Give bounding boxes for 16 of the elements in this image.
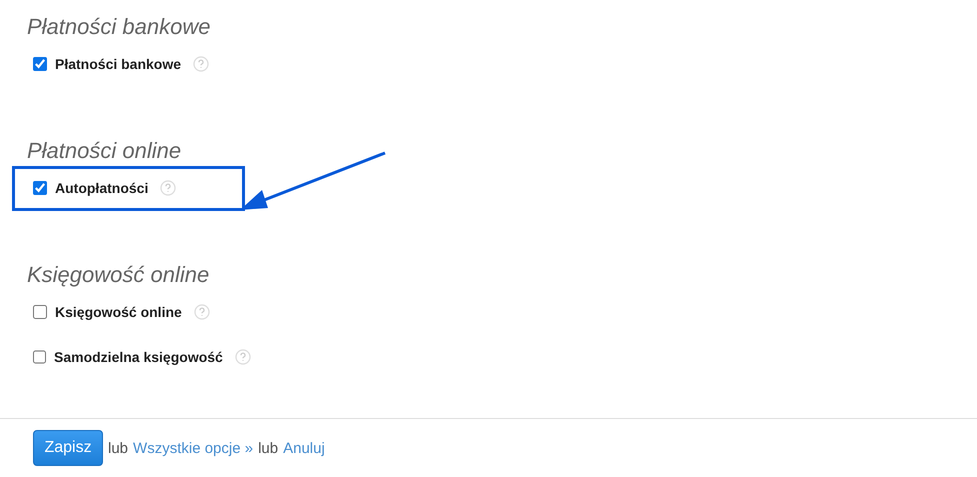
checkbox[interactable] [33, 350, 46, 364]
or-text: lub [108, 440, 128, 456]
section-heading: Płatności bankowe [27, 13, 210, 41]
cancel-link[interactable]: Anuluj [283, 440, 325, 456]
save-button[interactable]: Zapisz [33, 430, 103, 466]
checkbox-label: Autopłatności [55, 179, 148, 198]
section-heading: Księgowość online [27, 261, 210, 289]
checkbox[interactable] [33, 305, 47, 319]
all-options-link[interactable]: Wszystkie opcje » [133, 440, 254, 456]
section-heading: Płatności online [27, 137, 182, 165]
checkbox[interactable] [33, 57, 47, 71]
checkbox[interactable] [33, 181, 47, 195]
checkbox-label: Płatności bankowe [55, 55, 182, 74]
checkbox-label: Samodzielna księgowość [54, 348, 223, 367]
checkbox-label: Księgowość online [55, 303, 182, 322]
or-text: lub [258, 440, 278, 456]
